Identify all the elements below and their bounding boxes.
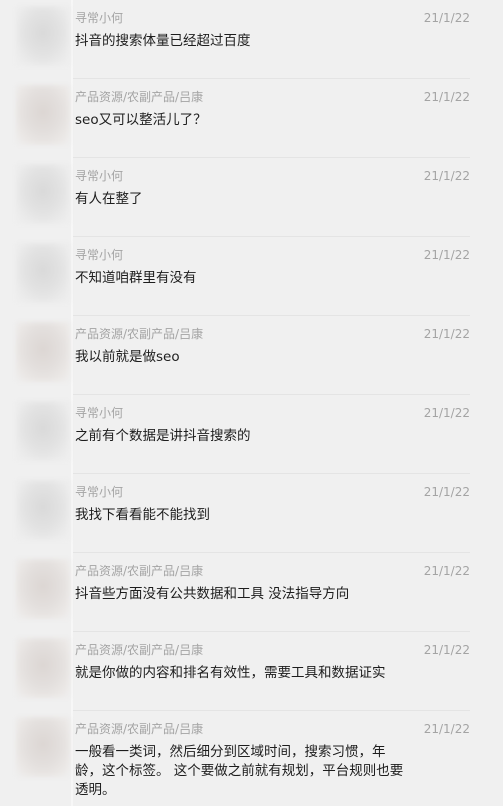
sender-name: 寻常小何: [75, 11, 124, 25]
message-time: 21/1/22: [423, 90, 470, 104]
sender-name: 产品资源/农副产品/吕康: [75, 722, 204, 736]
avatar[interactable]: [16, 164, 70, 224]
message-text: 之前有个数据是讲抖音搜索的: [75, 428, 251, 444]
chat-message-list: 寻常小何 21/1/22 抖音的搜索体量已经超过百度 产品资源/农副产品/吕康 …: [0, 0, 503, 806]
sender-name: 产品资源/农副产品/吕康: [75, 327, 204, 341]
avatar[interactable]: [16, 243, 70, 303]
message-time: 21/1/22: [423, 485, 470, 499]
message-time: 21/1/22: [423, 643, 470, 657]
sender-name: 寻常小何: [75, 485, 124, 499]
avatar[interactable]: [16, 85, 70, 145]
message-time: 21/1/22: [423, 406, 470, 420]
message-time: 21/1/22: [423, 327, 470, 341]
avatar[interactable]: [16, 559, 70, 619]
message-text: 抖音的搜索体量已经超过百度: [75, 33, 251, 49]
message-text: 我以前就是做seo: [75, 349, 180, 365]
sender-name: 寻常小何: [75, 169, 124, 183]
message-time: 21/1/22: [423, 11, 470, 25]
message-time: 21/1/22: [423, 722, 470, 736]
message-item[interactable]: 寻常小何 21/1/22 不知道咱群里有没有: [0, 237, 503, 316]
avatar[interactable]: [16, 401, 70, 461]
message-text: seo又可以整活儿了？: [75, 112, 207, 128]
sender-name: 产品资源/农副产品/吕康: [75, 90, 204, 104]
message-item[interactable]: 产品资源/农副产品/吕康 21/1/22 一般看一类词，然后细分到区域时间，搜索…: [0, 711, 503, 806]
message-time: 21/1/22: [423, 248, 470, 262]
message-item[interactable]: 产品资源/农副产品/吕康 21/1/22 就是你做的内容和排名有效性，需要工具和…: [0, 632, 503, 711]
message-item[interactable]: 产品资源/农副产品/吕康 21/1/22 抖音些方面没有公共数据和工具 没法指导…: [0, 553, 503, 632]
message-item[interactable]: 寻常小何 21/1/22 之前有个数据是讲抖音搜索的: [0, 395, 503, 474]
sender-name: 寻常小何: [75, 248, 124, 262]
sender-name: 产品资源/农副产品/吕康: [75, 643, 204, 657]
message-text: 就是你做的内容和排名有效性，需要工具和数据证实: [75, 665, 386, 681]
message-text: 不知道咱群里有没有: [75, 270, 197, 286]
message-text: 我找下看看能不能找到: [75, 507, 210, 523]
message-text: 一般看一类词，然后细分到区域时间，搜索习惯，年龄，这个标签。 这个要做之前就有规…: [75, 744, 404, 798]
avatar[interactable]: [16, 6, 70, 66]
avatar[interactable]: [16, 638, 70, 698]
message-item[interactable]: 寻常小何 21/1/22 有人在整了: [0, 158, 503, 237]
message-text: 有人在整了: [75, 191, 143, 207]
message-item[interactable]: 寻常小何 21/1/22 抖音的搜索体量已经超过百度: [0, 0, 503, 79]
sender-name: 产品资源/农副产品/吕康: [75, 564, 204, 578]
message-time: 21/1/22: [423, 169, 470, 183]
message-text: 抖音些方面没有公共数据和工具 没法指导方向: [75, 586, 350, 602]
message-item[interactable]: 寻常小何 21/1/22 我找下看看能不能找到: [0, 474, 503, 553]
message-item[interactable]: 产品资源/农副产品/吕康 21/1/22 seo又可以整活儿了？: [0, 79, 503, 158]
avatar[interactable]: [16, 480, 70, 540]
avatar[interactable]: [16, 322, 70, 382]
sender-name: 寻常小何: [75, 406, 124, 420]
avatar[interactable]: [16, 717, 70, 777]
message-time: 21/1/22: [423, 564, 470, 578]
message-item[interactable]: 产品资源/农副产品/吕康 21/1/22 我以前就是做seo: [0, 316, 503, 395]
